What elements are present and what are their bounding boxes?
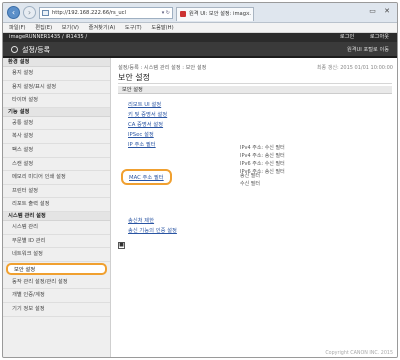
sidebar-item-media-print[interactable]: 메모리 미디어 인쇄 설정 <box>3 171 110 185</box>
menu-file[interactable]: 파일(F) <box>9 25 26 31</box>
menu-view[interactable]: 보기(V) <box>62 25 79 31</box>
portal-link[interactable]: 원격UI 포털로 이동 <box>347 46 389 53</box>
address-text: http://192.168.222.66/rs_ucl <box>52 10 126 16</box>
app-title: 설정/등록 <box>11 45 50 55</box>
back-icon[interactable]: ‹ <box>7 6 20 19</box>
refresh-icon[interactable]: ▾ ↻ <box>162 8 170 18</box>
app-header: 설정/등록 원격UI 포털로 이동 <box>3 42 397 58</box>
sidebar-item-paper[interactable]: 용지 설정 <box>3 67 110 81</box>
browser-titlebar: ‹ › http://192.168.222.66/rs_ucl ▾ ↻ 원격 … <box>3 3 397 23</box>
link-destination-restrict[interactable]: 송신처 제한 <box>128 216 154 224</box>
menu-help[interactable]: 도움말(H) <box>151 25 173 31</box>
sidebar-item-network[interactable]: 네트워크 설정 <box>3 248 110 262</box>
gear-icon <box>11 46 18 53</box>
forward-icon[interactable]: › <box>23 6 36 19</box>
sidebar-item-copy[interactable]: 복사 설정 <box>3 130 110 144</box>
breadcrumb: 설정/등록 : 시스템 관리 설정 : 보안 설정 <box>118 65 207 71</box>
mac-filter-status: 송신 필터 <box>240 173 260 179</box>
sidebar-item-report[interactable]: 리포트 출력 설정 <box>3 198 110 212</box>
logout-link[interactable]: 로그아웃 <box>370 34 389 40</box>
sidebar-item-printer[interactable]: 프린터 설정 <box>3 185 110 199</box>
page-icon <box>42 10 49 16</box>
device-header: imageRUNNER1435 / iR1435 / 로그인 로그아웃 <box>3 33 397 42</box>
menu-bar: 파일(F) 편집(E) 보기(V) 즐겨찾기(A) 도구(T) 도움말(H) <box>3 23 397 33</box>
link-mac-filter[interactable]: MAC 주소 필터 <box>121 169 172 185</box>
section-header: 보안 설정 <box>118 86 392 94</box>
sidebar: 환경 설정 용지 설정 용지 설정/표시 설정 타이머 설정 기능 설정 공통 … <box>3 58 111 357</box>
sidebar-section-environment: 환경 설정 <box>3 58 110 67</box>
page-title: 보안 설정 <box>118 73 150 82</box>
ip-filter-status: IPv4 주소: 송신 필터 <box>240 153 285 159</box>
login-link[interactable]: 로그인 <box>340 34 354 40</box>
app-title-text: 설정/등록 <box>22 46 51 54</box>
favicon-icon <box>180 11 186 17</box>
menu-tools[interactable]: 도구(T) <box>125 25 142 31</box>
device-model: imageRUNNER1435 / iR1435 / <box>9 34 88 40</box>
link-ipsec[interactable]: IPSec 설정 <box>128 130 154 138</box>
sidebar-item-dept-id[interactable]: 부문별 ID 관리 <box>3 235 110 249</box>
menu-favorites[interactable]: 즐겨찾기(A) <box>89 25 116 31</box>
ip-filter-status: IPv4 주소: 수신 필터 <box>240 145 285 151</box>
mac-filter-status: 수신 필터 <box>240 181 260 187</box>
sidebar-item-timer[interactable]: 타이머 설정 <box>3 94 110 108</box>
window-controls[interactable]: ▭ ✕ <box>369 7 393 15</box>
link-send-auth[interactable]: 송신 기능의 인증 설정 <box>128 226 177 234</box>
close-tab-icon[interactable]: × <box>246 8 250 20</box>
help-icon[interactable]: ■ <box>118 242 125 249</box>
divider <box>118 83 392 84</box>
link-ca-cert[interactable]: CA 증명서 설정 <box>128 120 163 128</box>
link-remote-ui[interactable]: 리모트 UI 설정 <box>128 100 161 108</box>
browser-window: ‹ › http://192.168.222.66/rs_ucl ▾ ↻ 원격 … <box>2 2 398 358</box>
sidebar-item-system-manage[interactable]: 시스템 관리 <box>3 221 110 235</box>
sidebar-item-security[interactable]: 보안 설정 <box>6 262 107 275</box>
main-content: 설정/등록 : 시스템 관리 설정 : 보안 설정 최종 갱신: 2015 01… <box>111 58 397 357</box>
address-bar[interactable]: http://192.168.222.66/rs_ucl ▾ ↻ <box>39 7 173 19</box>
copyright: Copyright CANON INC. 2015 <box>325 351 393 356</box>
sidebar-item-display[interactable]: 용지 설정/표시 설정 <box>3 81 110 95</box>
sidebar-item-device-info[interactable]: 기기 정보 설정 <box>3 303 110 317</box>
link-key-cert[interactable]: 키 및 증명서 설정 <box>128 110 167 118</box>
sidebar-item-scan[interactable]: 스캔 설정 <box>3 158 110 172</box>
sidebar-item-auth[interactable]: 개별 인증/계정 <box>3 289 110 303</box>
tab-title: 원격 UI: 보안 설정: imag... <box>189 11 251 17</box>
ip-filter-status: IPv6 주소: 수신 필터 <box>240 161 285 167</box>
sidebar-section-system: 시스템 관리 설정 <box>3 211 110 221</box>
link-ip-filter[interactable]: IP 주소 필터 <box>128 140 156 148</box>
sidebar-section-function: 기능 설정 <box>3 107 110 117</box>
last-updated: 최종 갱신: 2015 01/01 10:00:00 <box>316 65 393 71</box>
sidebar-item-operation[interactable]: 동작 관리 설정/관리 설정 <box>3 276 110 290</box>
sidebar-item-fax[interactable]: 팩스 설정 <box>3 144 110 158</box>
browser-tab[interactable]: 원격 UI: 보안 설정: imag... × <box>176 7 254 21</box>
sidebar-item-common[interactable]: 공통 설정 <box>3 117 110 131</box>
menu-edit[interactable]: 편집(E) <box>35 25 52 31</box>
